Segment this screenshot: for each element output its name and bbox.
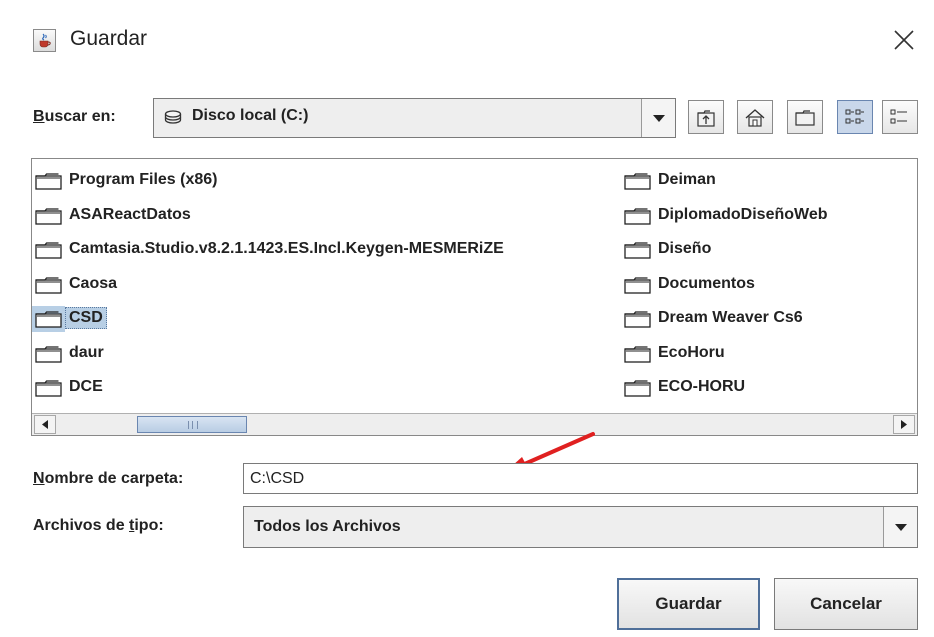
- dialog-title: Guardar: [70, 27, 148, 50]
- folder-icon: [35, 207, 62, 225]
- scrollbar-thumb[interactable]: [137, 416, 247, 433]
- look-in-value: Disco local (C:): [192, 107, 309, 124]
- folder-icon: [624, 345, 651, 363]
- title-bar: Guardar: [0, 0, 934, 86]
- file-type-value: Todos los Archivos: [254, 518, 401, 535]
- folder-icon: [35, 276, 62, 294]
- list-item-label: Dream Weaver Cs6: [658, 309, 803, 326]
- look-in-combo[interactable]: Disco local (C:): [153, 98, 676, 138]
- file-type-combo[interactable]: Todos los Archivos: [243, 506, 918, 548]
- scroll-left-button[interactable]: [34, 415, 56, 434]
- list-view-button[interactable]: [837, 100, 873, 134]
- list-item-label: Caosa: [69, 274, 118, 292]
- folder-icon: [35, 311, 62, 328]
- scroll-right-button[interactable]: [893, 415, 915, 434]
- list-item-label: Camtasia.Studio.v8.2.1.1423.ES.Incl.Keyg…: [69, 240, 504, 257]
- drive-icon: [164, 110, 182, 131]
- list-item-label: EcoHoru: [658, 343, 725, 361]
- folder-icon: [35, 242, 62, 259]
- horizontal-scrollbar[interactable]: [32, 413, 917, 435]
- list-item-label: daur: [69, 343, 104, 361]
- list-item-label: ECO-HORU: [658, 378, 746, 395]
- save-dialog: Guardar Buscar en: Disco local (C:) Prog…: [0, 0, 934, 637]
- folder-name-label: Nombre de carpeta:: [33, 470, 184, 487]
- look-in-label: Buscar en:: [33, 108, 116, 125]
- folder-name-input[interactable]: [244, 464, 917, 493]
- list-item-label: Deiman: [658, 171, 716, 188]
- folder-icon: [624, 380, 651, 397]
- close-icon[interactable]: [888, 24, 920, 56]
- folder-icon: [624, 276, 651, 294]
- folder-icon: [624, 311, 651, 328]
- file-type-label: Archivos de tipo:: [33, 517, 164, 534]
- list-item-label: Documentos: [658, 274, 755, 292]
- file-list[interactable]: Program Files (x86) ASAReactDatos Camtasia…: [31, 158, 918, 436]
- list-item-label: Diseño: [658, 240, 712, 257]
- details-view-button[interactable]: [882, 100, 918, 134]
- save-button[interactable]: Guardar: [617, 578, 760, 630]
- list-item-label: ASAReactDatos: [69, 205, 191, 223]
- list-item-label: DCE: [69, 378, 103, 395]
- list-item-label: DiplomadoDiseñoWeb: [658, 205, 828, 223]
- folder-icon: [35, 173, 62, 190]
- chevron-down-icon[interactable]: [883, 507, 917, 547]
- cancel-button[interactable]: Cancelar: [774, 578, 918, 630]
- folder-icon: [624, 173, 651, 190]
- list-item-label: Program Files (x86): [69, 171, 218, 188]
- new-folder-button[interactable]: [787, 100, 823, 134]
- folder-icon: [35, 345, 62, 363]
- folder-icon: [624, 207, 651, 225]
- java-cup-icon: [33, 29, 56, 52]
- home-button[interactable]: [737, 100, 773, 134]
- up-one-level-button[interactable]: [688, 100, 724, 134]
- folder-icon: [35, 380, 62, 397]
- list-item-label: CSD: [65, 307, 107, 329]
- chevron-down-icon[interactable]: [641, 99, 675, 137]
- folder-icon: [624, 242, 651, 259]
- folder-name-field[interactable]: [243, 463, 918, 494]
